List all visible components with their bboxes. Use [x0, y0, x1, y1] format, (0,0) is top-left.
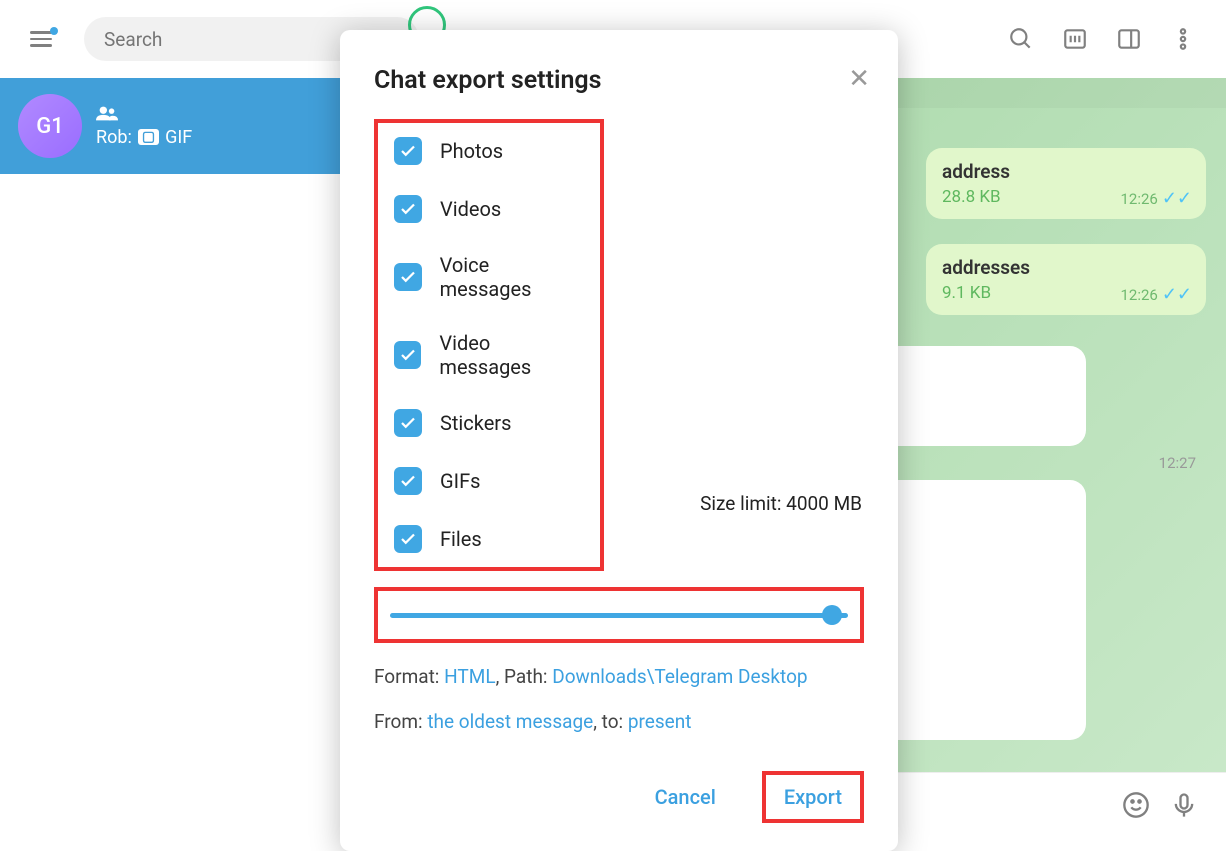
gif-text: GIF [165, 127, 192, 148]
voice-icon[interactable] [1170, 791, 1198, 819]
from-to-line: From: the oldest message, to: present [374, 710, 864, 733]
checkbox-label: GIFs [440, 469, 480, 493]
checkbox-group-highlight: Photos Videos Voice messages Video messa… [374, 119, 604, 571]
group-icon [96, 105, 192, 121]
checkbox-row[interactable]: Photos [394, 137, 584, 165]
checkbox-stickers[interactable] [394, 409, 422, 437]
file-title: address [942, 160, 1190, 183]
notification-dot [50, 27, 58, 35]
checkbox-label: Voice messages [440, 253, 584, 301]
export-button[interactable]: Export [772, 779, 854, 815]
dialog-title: Chat export settings [374, 66, 864, 95]
sender-name: Rob: [96, 127, 132, 148]
message-time: 12:26✓✓ [1120, 188, 1192, 209]
sidebar-toggle-icon[interactable] [1062, 26, 1088, 52]
emoji-icon[interactable] [1122, 791, 1150, 819]
cancel-button[interactable]: Cancel [643, 779, 728, 815]
checkbox-video-messages[interactable] [394, 341, 421, 369]
checkbox-row[interactable]: Video messages [394, 331, 584, 379]
message-bubble-file[interactable]: address 28.8 KB 12:26✓✓ [926, 148, 1206, 219]
message-bubble-file[interactable]: addresses 9.1 KB 12:26✓✓ [926, 244, 1206, 315]
avatar: G1 [18, 94, 82, 158]
read-checks-icon: ✓✓ [1162, 284, 1192, 305]
read-checks-icon: ✓✓ [1162, 188, 1192, 209]
checkbox-videos[interactable] [394, 195, 422, 223]
export-highlight: Export [762, 771, 864, 823]
path-link[interactable]: Downloads\Telegram Desktop [552, 665, 807, 688]
file-title: addresses [942, 256, 1190, 279]
from-link[interactable]: the oldest message [427, 710, 593, 733]
size-limit-label: Size limit: 4000 MB [700, 492, 862, 515]
search-icon[interactable] [1008, 26, 1034, 52]
checkbox-gifs[interactable] [394, 467, 422, 495]
more-icon[interactable] [1170, 26, 1196, 52]
checkbox-label: Photos [440, 139, 503, 163]
checkbox-row[interactable]: Videos [394, 195, 584, 223]
checkbox-label: Video messages [439, 331, 584, 379]
checkbox-voice-messages[interactable] [394, 263, 422, 291]
message-time: 12:26✓✓ [1120, 284, 1192, 305]
checkbox-row[interactable]: Files [394, 525, 584, 553]
checkbox-label: Videos [440, 197, 501, 221]
export-settings-dialog: Chat export settings ✕ Photos Videos Voi… [340, 30, 898, 851]
checkbox-label: Stickers [440, 411, 511, 435]
checkbox-photos[interactable] [394, 137, 422, 165]
slider-track [390, 613, 848, 618]
time-stamp: 12:27 [1159, 454, 1196, 472]
checkbox-label: Files [440, 527, 482, 551]
slider-thumb[interactable] [822, 605, 842, 625]
checkbox-row[interactable]: Stickers [394, 409, 584, 437]
close-icon[interactable]: ✕ [848, 64, 870, 94]
format-link[interactable]: HTML [444, 665, 495, 688]
checkbox-row[interactable]: GIFs [394, 467, 584, 495]
to-link[interactable]: present [628, 710, 692, 733]
format-path-line: Format: HTML, Path: Downloads\Telegram D… [374, 665, 864, 688]
panel-icon[interactable] [1116, 26, 1142, 52]
gif-badge: ▢ [138, 129, 159, 145]
checkbox-row[interactable]: Voice messages [394, 253, 584, 301]
checkbox-files[interactable] [394, 525, 422, 553]
slider-highlight [374, 587, 864, 643]
menu-button[interactable] [30, 31, 52, 47]
size-limit-slider[interactable] [390, 605, 848, 625]
